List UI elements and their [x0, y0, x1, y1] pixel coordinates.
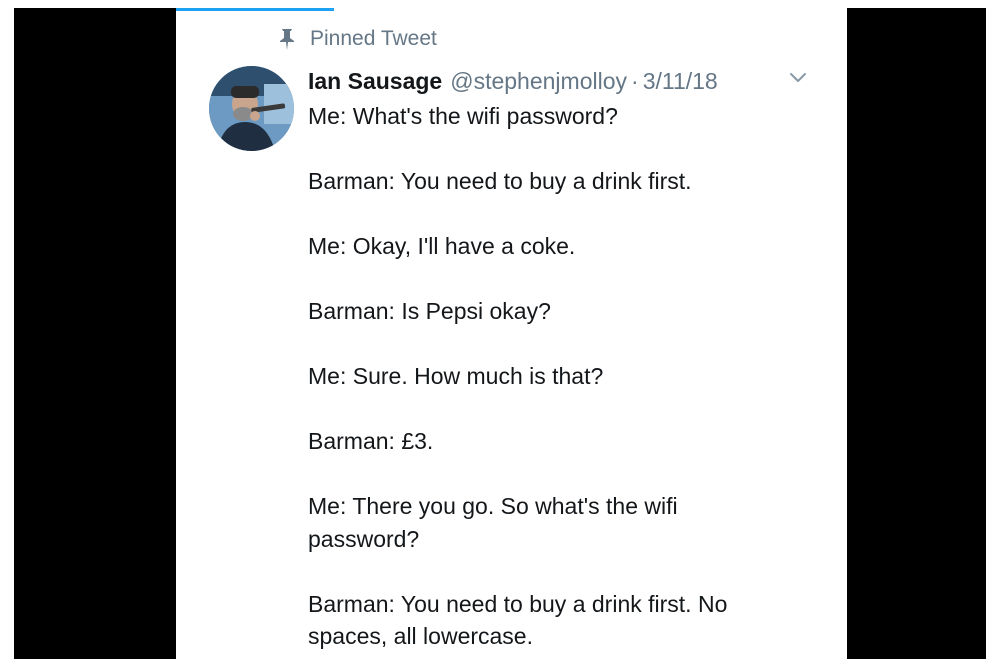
tweet-line-gap	[308, 198, 808, 231]
tweet-line-gap	[308, 263, 808, 296]
tweet-line-gap	[308, 393, 808, 426]
tweet-line: Barman: You need to buy a drink first.	[308, 168, 692, 194]
tweet-line-gap	[308, 555, 808, 588]
screenshot-frame: Pinned Tweet Ian Sausage @stephenjmolloy…	[14, 8, 986, 659]
tweet-line: Me: What's the wifi password?	[308, 103, 618, 129]
tweet-line: Barman: Is Pepsi okay?	[308, 298, 551, 324]
tweet-line: spaces, all lowercase.	[308, 623, 533, 649]
header-separator: ·	[631, 67, 639, 94]
tweet-header: Ian Sausage @stephenjmolloy · 3/11/18	[308, 65, 718, 97]
tweet-line: password?	[308, 525, 420, 552]
tweet-line-gap	[308, 458, 808, 491]
tweet-text: Me: What's the wifi password? Barman: Yo…	[308, 100, 808, 653]
avatar-photo	[209, 66, 294, 151]
tweet-line-gap	[308, 328, 808, 361]
author-name[interactable]: Ian Sausage	[308, 68, 442, 95]
tweet-line: Me: There you go. So what's the wifi	[308, 493, 678, 519]
pinned-indicator: Pinned Tweet	[276, 24, 437, 54]
tweet-line: Barman: £3.	[308, 428, 434, 454]
tweet-line: Me: Sure. How much is that?	[308, 363, 604, 389]
top-accent-bar	[176, 8, 334, 11]
tweet-line: Barman: You need to buy a drink first. N…	[308, 590, 728, 617]
tweet-card: Pinned Tweet Ian Sausage @stephenjmolloy…	[176, 8, 847, 659]
pin-icon	[280, 29, 294, 50]
tweet-line: Me: Okay, I'll have a coke.	[308, 233, 576, 259]
pinned-label: Pinned Tweet	[310, 27, 437, 50]
author-handle[interactable]: @stephenjmolloy	[450, 68, 627, 95]
chevron-down-icon[interactable]	[788, 71, 808, 85]
tweet-date[interactable]: 3/11/18	[643, 68, 718, 95]
avatar[interactable]	[209, 66, 294, 151]
tweet-line-gap	[308, 133, 808, 166]
